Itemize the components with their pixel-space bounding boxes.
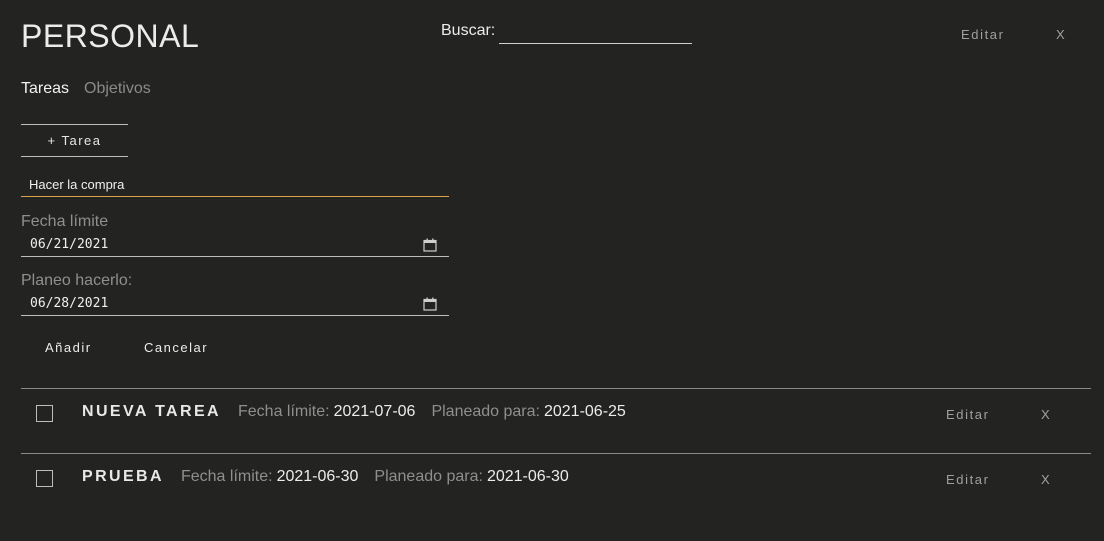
page: PERSONAL Buscar: Editar X Tareas Objetiv…	[0, 0, 1104, 541]
tab-tareas[interactable]: Tareas	[21, 80, 69, 98]
planned-label: Planeado para:	[431, 403, 540, 420]
due-date-value: 06/21/2021	[30, 237, 109, 252]
due-label: Fecha límite:	[180, 468, 273, 485]
edit-task-button[interactable]: Editar	[946, 407, 990, 422]
task-checkbox[interactable]	[36, 405, 53, 422]
edit-task-button[interactable]: Editar	[946, 472, 990, 487]
due-date-label: Fecha límite	[21, 213, 109, 230]
task-row: NUEVA TAREA Fecha límite: 2021-07-06 Pla…	[21, 389, 1091, 439]
task-name-input[interactable]: Hacer la compra	[21, 175, 449, 197]
task-info: NUEVA TAREA Fecha límite: 2021-07-06 Pla…	[82, 403, 642, 421]
plan-date-value: 06/28/2021	[30, 296, 109, 311]
task-name: PRUEBA	[82, 468, 164, 485]
page-title: PERSONAL	[21, 18, 200, 54]
plan-date-label: Planeo hacerlo:	[21, 272, 133, 289]
calendar-icon[interactable]	[423, 297, 437, 311]
cancel-button[interactable]: Cancelar	[144, 340, 208, 355]
search-input[interactable]	[499, 21, 693, 44]
task-checkbox[interactable]	[36, 470, 53, 487]
close-list-button[interactable]: X	[1056, 27, 1066, 42]
due-value: 2021-07-06	[333, 403, 416, 420]
delete-task-button[interactable]: X	[1041, 407, 1050, 422]
planned-value: 2021-06-30	[486, 468, 569, 485]
task-info: PRUEBA Fecha límite: 2021-06-30 Planeado…	[82, 468, 585, 486]
due-label: Fecha límite:	[238, 403, 330, 420]
search-label: Buscar:	[441, 22, 496, 39]
plan-date-input[interactable]: 06/28/2021	[21, 294, 449, 316]
tab-objetivos[interactable]: Objetivos	[84, 80, 151, 98]
planned-label: Planeado para:	[374, 468, 483, 485]
due-value: 2021-06-30	[276, 468, 359, 485]
delete-task-button[interactable]: X	[1041, 472, 1050, 487]
task-name: NUEVA TAREA	[82, 403, 221, 420]
task-row: PRUEBA Fecha límite: 2021-06-30 Planeado…	[21, 454, 1091, 504]
planned-value: 2021-06-25	[543, 403, 626, 420]
due-date-input[interactable]: 06/21/2021	[21, 235, 449, 257]
calendar-icon[interactable]	[423, 238, 437, 252]
edit-list-button[interactable]: Editar	[961, 27, 1005, 42]
add-task-button[interactable]: + Tarea	[21, 124, 128, 157]
add-button[interactable]: Añadir	[45, 340, 92, 355]
search-box: Buscar:	[441, 21, 693, 44]
tab-bar: Tareas Objetivos	[21, 80, 151, 98]
